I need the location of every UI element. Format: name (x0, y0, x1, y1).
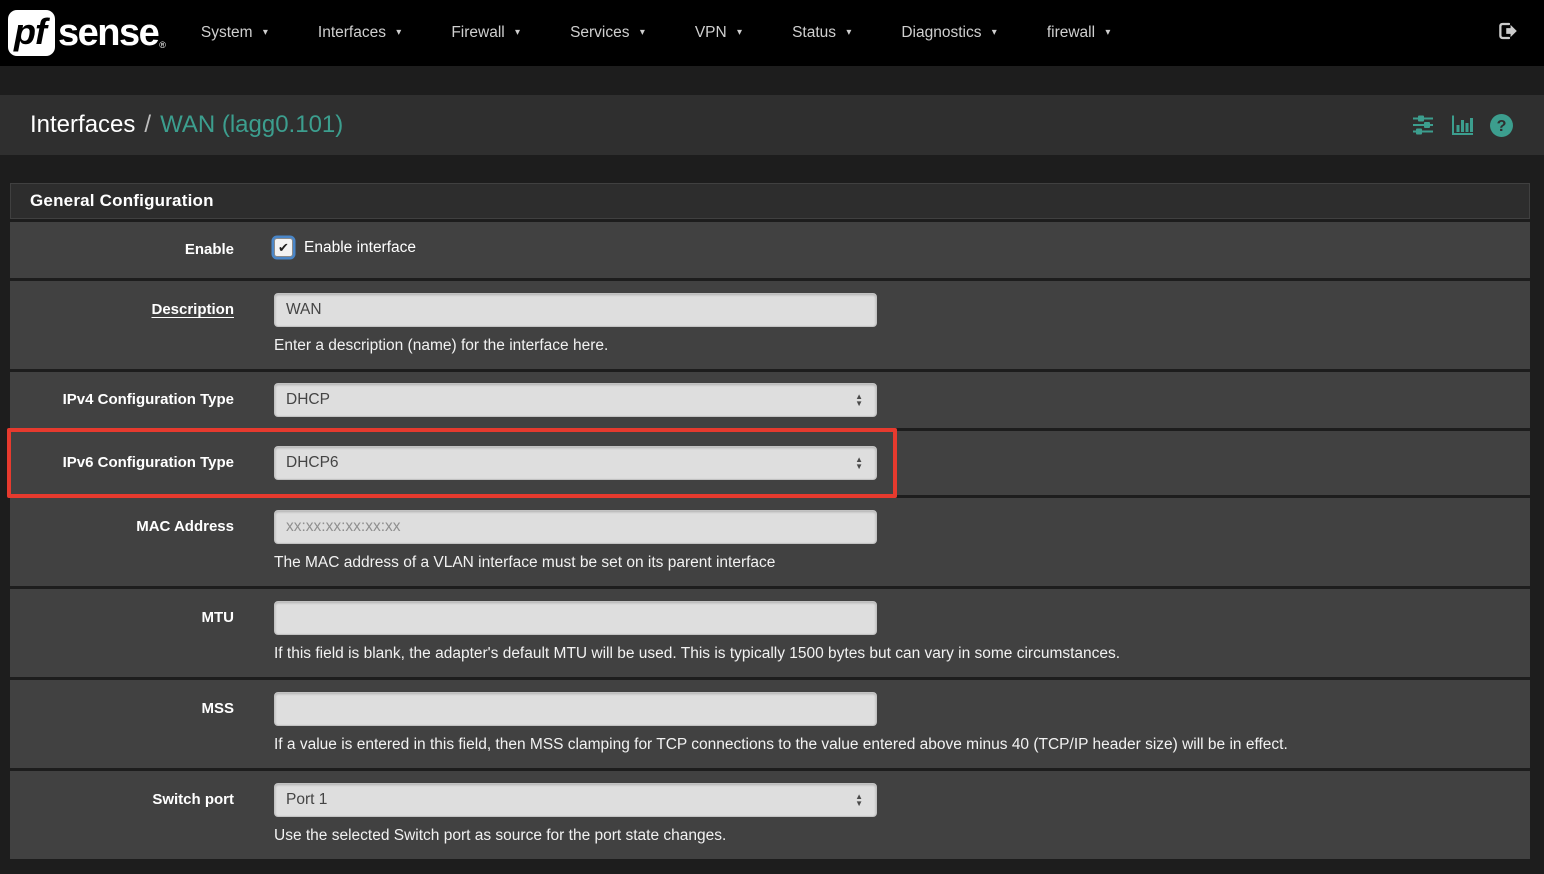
menu-item-label: Interfaces (318, 24, 386, 41)
breadcrumb-current-page: WAN (lagg0.101) (160, 111, 343, 139)
enable-interface-checkbox[interactable] (274, 238, 293, 257)
mss-label: MSS (10, 692, 274, 754)
menu-item-interfaces[interactable]: Interfaces ▾ (293, 0, 426, 66)
menu-item-label: Services (570, 24, 629, 41)
enable-label: Enable (10, 238, 274, 262)
menu-item-label: Diagnostics (901, 24, 981, 41)
bar-chart-icon[interactable] (1450, 113, 1474, 137)
menu-item-label: System (201, 24, 253, 41)
switch-port-help-text: Use the selected Switch port as source f… (274, 827, 1510, 845)
switch-port-label: Switch port (10, 783, 274, 845)
mac-address-label: MAC Address (10, 510, 274, 572)
chevron-down-icon: ▾ (992, 27, 997, 38)
ipv4-type-select[interactable]: DHCP (274, 383, 877, 417)
menu-item-vpn[interactable]: VPN ▾ (670, 0, 767, 66)
ipv4-type-label: IPv4 Configuration Type (10, 383, 274, 417)
chevron-down-icon: ▾ (1105, 27, 1110, 38)
form-row-switch-port: Switch port Port 1 Use the selected Swit… (10, 771, 1530, 859)
registered-mark: ® (159, 40, 166, 50)
chevron-down-icon: ▾ (515, 27, 520, 38)
ipv4-type-selected-value: DHCP (286, 391, 330, 409)
mtu-label: MTU (10, 601, 274, 663)
mac-address-help-text: The MAC address of a VLAN interface must… (274, 554, 1510, 572)
sign-out-icon (1494, 19, 1518, 48)
mss-help-text: If a value is entered in this field, the… (274, 736, 1510, 754)
form-row-mtu: MTU If this field is blank, the adapter'… (10, 589, 1530, 677)
top-navbar: pf sense ® System ▾ Interfaces ▾ Firewal… (0, 0, 1544, 66)
description-input[interactable] (274, 293, 877, 327)
mtu-input[interactable] (274, 601, 877, 635)
form-row-mss: MSS If a value is entered in this field,… (10, 680, 1530, 768)
pfsense-logo[interactable]: pf sense ® (8, 10, 166, 56)
menu-item-label: firewall (1047, 24, 1095, 41)
pfsense-logo-sense: sense (58, 12, 158, 55)
menu-item-diagnostics[interactable]: Diagnostics ▾ (876, 0, 1021, 66)
form-row-mac-address: MAC Address The MAC address of a VLAN in… (10, 498, 1530, 586)
svg-text:?: ? (1497, 117, 1507, 135)
breadcrumb-separator: / (144, 111, 151, 139)
breadcrumb-section: Interfaces (30, 111, 135, 139)
chevron-down-icon: ▾ (737, 27, 742, 38)
description-label: Description (10, 293, 274, 355)
menu-item-label: Status (792, 24, 836, 41)
menu-item-label: VPN (695, 24, 727, 41)
select-arrows-icon (855, 456, 863, 470)
ipv6-type-selected-value: DHCP6 (286, 454, 339, 472)
ipv6-type-label: IPv6 Configuration Type (10, 446, 274, 480)
help-icon[interactable]: ? (1489, 113, 1514, 138)
general-configuration-panel: General Configuration Enable Enable inte… (10, 183, 1530, 859)
form-row-description: Description Enter a description (name) f… (10, 281, 1530, 369)
form-row-enable: Enable Enable interface (10, 222, 1530, 278)
menu-item-firewall[interactable]: Firewall ▾ (426, 0, 545, 66)
menu-item-hostname-firewall[interactable]: firewall ▾ (1022, 0, 1136, 66)
chevron-down-icon: ▾ (263, 27, 268, 38)
panel-title: General Configuration (10, 183, 1530, 219)
chevron-down-icon: ▾ (640, 27, 645, 38)
ipv6-type-select[interactable]: DHCP6 (274, 446, 877, 480)
mac-address-input[interactable] (274, 510, 877, 544)
menu-item-status[interactable]: Status ▾ (767, 0, 876, 66)
menu-item-system[interactable]: System ▾ (176, 0, 293, 66)
pfsense-logo-pf: pf (8, 10, 55, 56)
switch-port-select[interactable]: Port 1 (274, 783, 877, 817)
chevron-down-icon: ▾ (396, 27, 401, 38)
select-arrows-icon (855, 793, 863, 807)
logout-button[interactable] (1494, 19, 1518, 48)
breadcrumb-bar: Interfaces / WAN (lagg0.101) (0, 95, 1544, 155)
mtu-help-text: If this field is blank, the adapter's de… (274, 645, 1510, 663)
enable-interface-checkbox-label: Enable interface (304, 239, 416, 257)
menu-item-label: Firewall (451, 24, 504, 41)
select-arrows-icon (855, 393, 863, 407)
mss-input[interactable] (274, 692, 877, 726)
sliders-icon[interactable] (1411, 113, 1435, 137)
chevron-down-icon: ▾ (846, 27, 851, 38)
form-row-ipv6-type: IPv6 Configuration Type DHCP6 (10, 431, 1530, 495)
description-help-text: Enter a description (name) for the inter… (274, 337, 1510, 355)
form-row-ipv4-type: IPv4 Configuration Type DHCP (10, 372, 1530, 428)
menu-item-services[interactable]: Services ▾ (545, 0, 670, 66)
header-action-icons: ? (1411, 113, 1514, 138)
main-menu: System ▾ Interfaces ▾ Firewall ▾ Service… (176, 0, 1136, 66)
switch-port-selected-value: Port 1 (286, 791, 327, 809)
